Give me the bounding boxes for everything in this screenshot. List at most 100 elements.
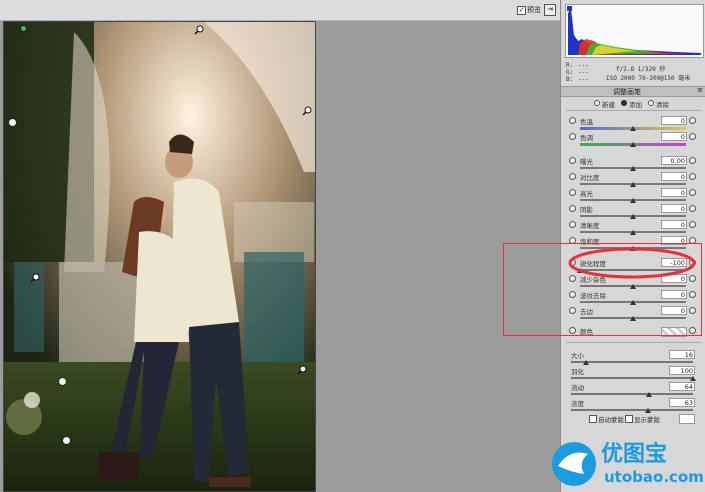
brush-value[interactable]: 100 (669, 366, 695, 375)
exif-line1: f/2.8 1/320 秒 (616, 66, 666, 73)
watermark-url: utobao.com (604, 468, 704, 486)
magnifier-pin-icon[interactable] (194, 25, 204, 35)
image-canvas[interactable] (0, 21, 560, 492)
minus-icon[interactable] (569, 221, 576, 228)
watermark: 优图宝 utobao.com (548, 432, 705, 492)
histogram (565, 4, 704, 58)
brush-thumb[interactable] (646, 392, 653, 397)
watermark-name: 优图宝 (601, 442, 668, 467)
slider-value[interactable]: 0 (661, 188, 687, 197)
magnifier-pin-icon[interactable] (302, 106, 312, 116)
b-label: B: (566, 76, 574, 83)
radio-selected-icon (621, 100, 627, 106)
top-toolbar: ✓ 预览 ⇥ (0, 0, 560, 21)
preview-checkbox[interactable]: ✓ (517, 6, 526, 15)
brush-pin[interactable] (8, 118, 17, 127)
brush-slider-row[interactable]: 羽化 100 (561, 366, 705, 382)
plus-icon[interactable] (689, 205, 696, 212)
highlight-ellipse (568, 247, 696, 279)
slider-label: 清晰度 (580, 222, 600, 230)
slider-row[interactable]: 高光 0 (561, 188, 705, 204)
r-value: --- (578, 62, 589, 69)
checkbox-icon (625, 415, 633, 423)
brush-pin[interactable] (20, 25, 27, 32)
brush-track[interactable] (571, 361, 693, 363)
plus-icon[interactable] (689, 189, 696, 196)
slider-row[interactable]: 清晰度 0 (561, 220, 705, 236)
slider-thumb[interactable] (630, 126, 636, 131)
slider-row[interactable]: 曝光 0.00 (561, 156, 705, 172)
plus-icon[interactable] (689, 117, 696, 124)
minus-icon[interactable] (569, 117, 576, 124)
brush-value[interactable]: 64 (669, 382, 695, 391)
brush-slider-row[interactable]: 浓度 63 (561, 398, 705, 414)
slider-row[interactable]: 色温 0 (561, 116, 705, 132)
slider-value[interactable]: 0 (661, 116, 687, 125)
slider-thumb[interactable] (630, 166, 636, 171)
slider-thumb[interactable] (630, 198, 636, 203)
magnifier-pin-icon[interactable] (297, 365, 307, 375)
mask-color-swatch[interactable] (679, 414, 695, 424)
slider-thumb[interactable] (630, 230, 636, 235)
divider (566, 342, 701, 343)
g-value: --- (578, 69, 589, 76)
brush-slider-row[interactable]: 流动 64 (561, 382, 705, 398)
radio-icon (594, 100, 600, 106)
plus-icon[interactable] (689, 157, 696, 164)
slider-value[interactable]: 0.00 (661, 156, 687, 165)
brush-label: 流动 (571, 384, 584, 392)
histogram-graph (566, 5, 703, 57)
minus-icon[interactable] (569, 189, 576, 196)
slider-thumb[interactable] (630, 142, 636, 147)
slider-row[interactable]: 色调 0 (561, 132, 705, 148)
panel-header: 调整画笔 ≡ (561, 86, 705, 97)
r-label: R: (566, 62, 574, 69)
slider-value[interactable]: 0 (661, 172, 687, 181)
slider-value[interactable]: 0 (661, 220, 687, 229)
minus-icon[interactable] (569, 133, 576, 140)
brush-track[interactable] (571, 409, 693, 411)
brush-slider-row[interactable]: 大小 16 (561, 350, 705, 366)
minus-icon[interactable] (569, 157, 576, 164)
slider-thumb[interactable] (630, 182, 636, 187)
fullscreen-icon[interactable]: ⇥ (544, 4, 556, 16)
bird-logo-icon (552, 442, 596, 486)
radio-icon (648, 100, 654, 106)
brush-label: 大小 (571, 352, 584, 360)
plus-icon[interactable] (689, 221, 696, 228)
brush-value[interactable]: 16 (669, 350, 695, 359)
magnifier-pin-icon[interactable] (30, 273, 40, 283)
brush-pin[interactable] (58, 377, 67, 386)
g-label: G: (566, 69, 574, 76)
brush-label: 浓度 (571, 400, 584, 408)
minus-icon[interactable] (569, 173, 576, 180)
plus-icon[interactable] (689, 173, 696, 180)
slider-label: 色温 (580, 118, 593, 126)
slider-label: 曝光 (580, 158, 593, 166)
slider-row[interactable]: 阴影 0 (561, 204, 705, 220)
slider-label: 阴影 (580, 206, 593, 214)
slider-label: 色调 (580, 134, 593, 142)
brush-thumb[interactable] (690, 376, 696, 381)
b-value: --- (578, 76, 589, 83)
minus-icon[interactable] (569, 205, 576, 212)
slider-value[interactable]: 0 (661, 132, 687, 141)
slider-value[interactable]: 0 (661, 204, 687, 213)
checkbox-icon (589, 415, 597, 423)
brush-thumb[interactable] (582, 360, 589, 365)
slider-row[interactable]: 对比度 0 (561, 172, 705, 188)
plus-icon[interactable] (689, 133, 696, 140)
divider (566, 110, 701, 111)
photo-preview[interactable] (3, 21, 316, 492)
brush-pin[interactable] (62, 436, 71, 445)
brush-label: 羽化 (571, 368, 584, 376)
brush-value[interactable]: 63 (669, 398, 695, 407)
slider-thumb[interactable] (630, 214, 636, 219)
slider-label: 对比度 (580, 174, 600, 182)
panel-title: 调整画笔 (613, 88, 641, 96)
brush-thumb[interactable] (644, 408, 651, 413)
brush-track[interactable] (571, 393, 693, 395)
brush-track[interactable] (571, 377, 693, 379)
panel-menu-icon[interactable]: ≡ (697, 86, 703, 94)
exif-line2: ISO 2000 70-200@150 毫米 (606, 75, 691, 82)
